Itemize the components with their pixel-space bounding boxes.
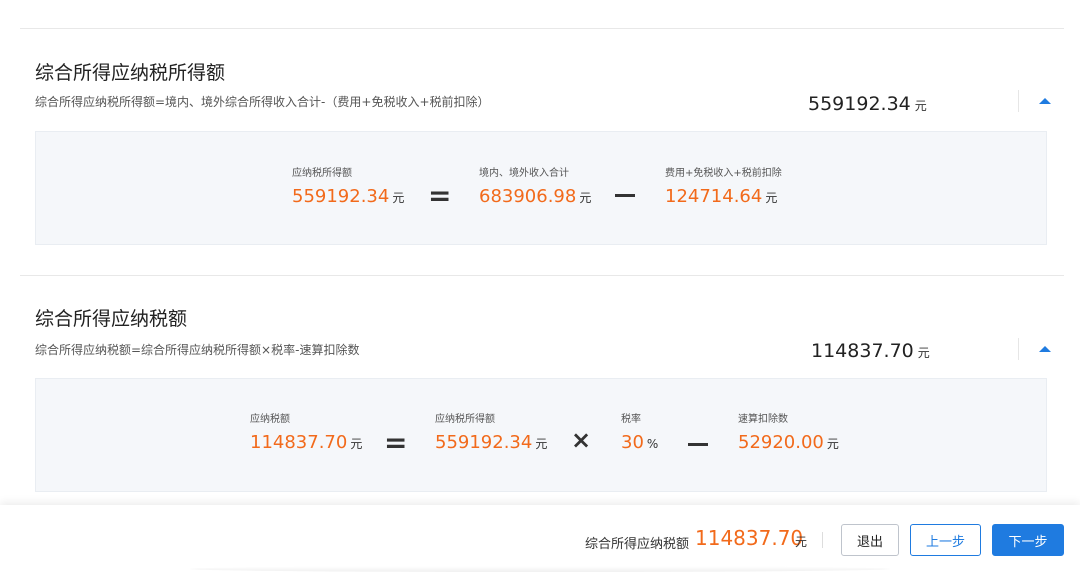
next-step-button[interactable]: 下一步 (992, 524, 1064, 556)
section2-term-taxable-income: 应纳税所得额 559192.34 元 (435, 410, 547, 453)
term-value: 30% (621, 432, 659, 453)
section2-total-unit: 元 (917, 346, 930, 360)
exit-button[interactable]: 退出 (841, 524, 899, 556)
equals-operator: = (428, 179, 452, 212)
term-value: 559192.34 元 (292, 186, 405, 207)
footer-separator (822, 532, 823, 548)
term-label: 境内、境外收入合计 (479, 168, 569, 179)
term-label: 费用+免税收入+税前扣除 (665, 168, 782, 179)
section2-formula: 综合所得应纳税额=综合所得应纳税所得额×税率-速算扣除数 (35, 343, 360, 357)
section2-detail-panel: 应纳税额 114837.70 元 = 应纳税所得额 559192.34 元 × 税率… (35, 378, 1047, 492)
section1-collapse-toggle[interactable] (1018, 90, 1065, 112)
term-value: 52920.00 元 (738, 432, 839, 453)
section1-term-deductions: 费用+免税收入+税前扣除 124714.64 元 (665, 164, 782, 207)
section1-formula: 综合所得应纳税所得额=境内、境外综合所得收入合计-（费用+免税收入+税前扣除） (35, 95, 490, 109)
section-divider (20, 275, 1064, 276)
multiply-operator: × (571, 426, 592, 454)
footer-total-unit: 元 (795, 535, 808, 549)
top-divider (20, 28, 1064, 29)
section1-term-taxable-income: 应纳税所得额 559192.34 元 (292, 164, 404, 207)
section1-title: 综合所得应纳税所得额 (35, 62, 226, 84)
equals-operator: = (384, 426, 408, 459)
term-label: 税率 (621, 414, 641, 425)
section2-total: 114837.70 元 (811, 340, 930, 362)
term-label: 速算扣除数 (738, 414, 788, 425)
section2-term-tax-rate: 税率 30% (621, 410, 658, 453)
section2-total-value: 114837.70 (811, 340, 914, 362)
term-label: 应纳税所得额 (435, 414, 495, 425)
term-value: 124714.64 元 (665, 186, 778, 207)
section1-total: 559192.34 元 (808, 93, 927, 115)
footer-total-value: 114837.70 (695, 526, 804, 550)
minus-operator (688, 443, 708, 446)
section1-total-value: 559192.34 (808, 93, 911, 115)
term-label: 应纳税所得额 (292, 168, 352, 179)
section1-total-unit: 元 (914, 99, 927, 113)
term-value: 559192.34 元 (435, 432, 548, 453)
bottom-shadow (190, 566, 890, 572)
section2-title: 综合所得应纳税额 (35, 308, 188, 330)
term-value: 683906.98 元 (479, 186, 592, 207)
section1-detail-panel: 应纳税所得额 559192.34 元 = 境内、境外收入合计 683906.98 元… (35, 131, 1047, 245)
term-value: 114837.70 元 (250, 432, 363, 453)
section2-term-tax-payable: 应纳税额 114837.70 元 (250, 410, 362, 453)
section2-collapse-toggle[interactable] (1018, 338, 1065, 360)
footer-bar: 综合所得应纳税额 114837.70 元 退出 上一步 下一步 (0, 505, 1080, 572)
footer-total-label: 综合所得应纳税额 (585, 537, 690, 552)
caret-up-icon (1039, 98, 1051, 104)
section2-term-quick-deduction: 速算扣除数 52920.00 元 (738, 410, 839, 453)
previous-step-button[interactable]: 上一步 (910, 524, 981, 556)
term-label: 应纳税额 (250, 414, 290, 425)
minus-operator (615, 194, 635, 197)
section1-term-total-income: 境内、境外收入合计 683906.98 元 (479, 164, 591, 207)
caret-up-icon (1039, 346, 1051, 352)
